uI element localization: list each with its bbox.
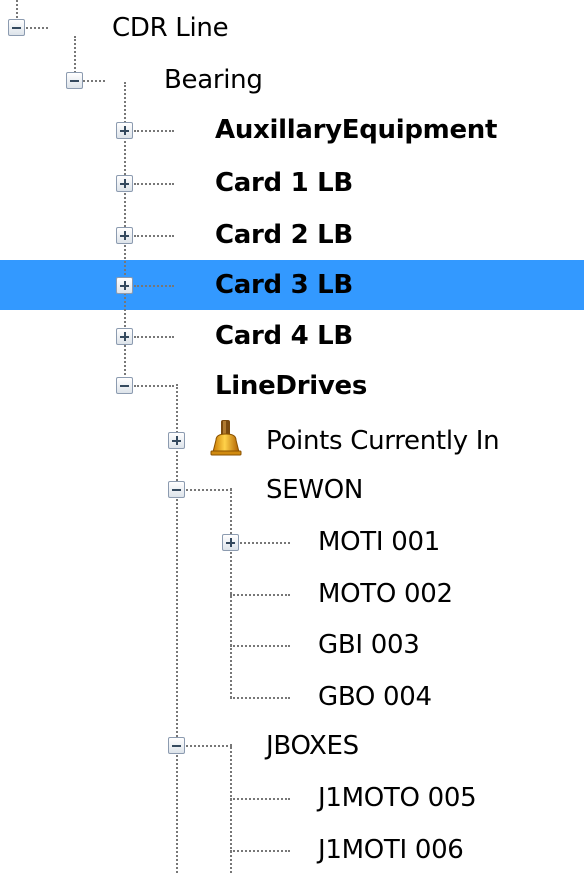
collapse-linedrives-button[interactable] — [116, 377, 133, 394]
tree-label-linedrives[interactable]: LineDrives — [215, 369, 367, 403]
tree-label-jboxes[interactable]: JBOXES — [266, 729, 359, 763]
tree-connector — [186, 745, 232, 747]
tree-label-gbi-003[interactable]: GBI 003 — [318, 628, 420, 662]
tree-connector — [176, 384, 178, 873]
collapse-jboxes-button[interactable] — [168, 737, 185, 754]
tree-label-j1moto-005[interactable]: J1MOTO 005 — [318, 781, 477, 815]
tree-connector — [134, 130, 174, 132]
tree-connector — [186, 489, 232, 491]
tree-label-sewon[interactable]: SEWON — [266, 473, 363, 507]
tree-connector — [83, 80, 105, 82]
tree-label-bearing[interactable]: Bearing — [164, 63, 263, 97]
collapse-sewon-button[interactable] — [168, 481, 185, 498]
expand-card-2-lb-button[interactable] — [116, 227, 133, 244]
tree-label-root[interactable]: CDR Line — [112, 11, 229, 45]
tree-connector — [230, 697, 290, 699]
tree-view[interactable]: CDR Line Bearing AuxillaryEquipment Card… — [0, 0, 584, 873]
collapse-bearing-button[interactable] — [66, 72, 83, 89]
expand-card-1-lb-button[interactable] — [116, 175, 133, 192]
tree-label-card-3-lb[interactable]: Card 3 LB — [215, 268, 353, 302]
tree-label-card-1-lb[interactable]: Card 1 LB — [215, 166, 353, 200]
tree-connector — [230, 645, 290, 647]
tree-connector — [26, 27, 48, 29]
tree-label-points[interactable]: Points Currently In — [266, 424, 500, 458]
tree-label-card-4-lb[interactable]: Card 4 LB — [215, 319, 353, 353]
expand-points-button[interactable] — [168, 432, 185, 449]
tree-connector — [230, 744, 232, 873]
expand-auxillaryequipment-button[interactable] — [116, 122, 133, 139]
tree-connector — [230, 594, 290, 596]
expand-moti-001-button[interactable] — [222, 534, 239, 551]
expand-card-4-lb-button[interactable] — [116, 328, 133, 345]
tree-connector — [134, 183, 174, 185]
tree-label-moti-001[interactable]: MOTI 001 — [318, 525, 440, 559]
tree-label-card-2-lb[interactable]: Card 2 LB — [215, 218, 353, 252]
tree-connector — [230, 488, 232, 698]
collapse-root-button[interactable] — [8, 19, 25, 36]
tree-connector — [134, 336, 174, 338]
expand-card-3-lb-button[interactable] — [116, 277, 133, 294]
tree-connector — [230, 798, 290, 800]
bell-icon — [210, 420, 242, 456]
tree-connector — [240, 542, 290, 544]
tree-connector — [134, 385, 174, 387]
tree-label-gbo-004[interactable]: GBO 004 — [318, 680, 432, 714]
tree-label-j1moti-006[interactable]: J1MOTI 006 — [318, 833, 464, 867]
tree-label-moto-002[interactable]: MOTO 002 — [318, 577, 453, 611]
tree-label-auxillaryequipment[interactable]: AuxillaryEquipment — [215, 113, 497, 147]
tree-connector — [134, 235, 174, 237]
tree-connector — [134, 285, 174, 287]
tree-connector — [230, 850, 290, 852]
